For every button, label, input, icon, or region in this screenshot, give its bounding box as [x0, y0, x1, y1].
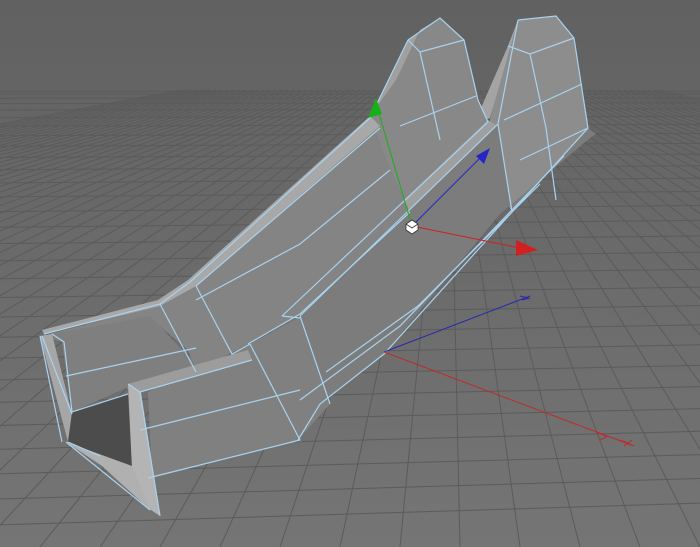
viewport-canvas[interactable] — [0, 0, 700, 547]
grid-line — [0, 102, 700, 105]
3d-viewport[interactable] — [0, 0, 700, 547]
